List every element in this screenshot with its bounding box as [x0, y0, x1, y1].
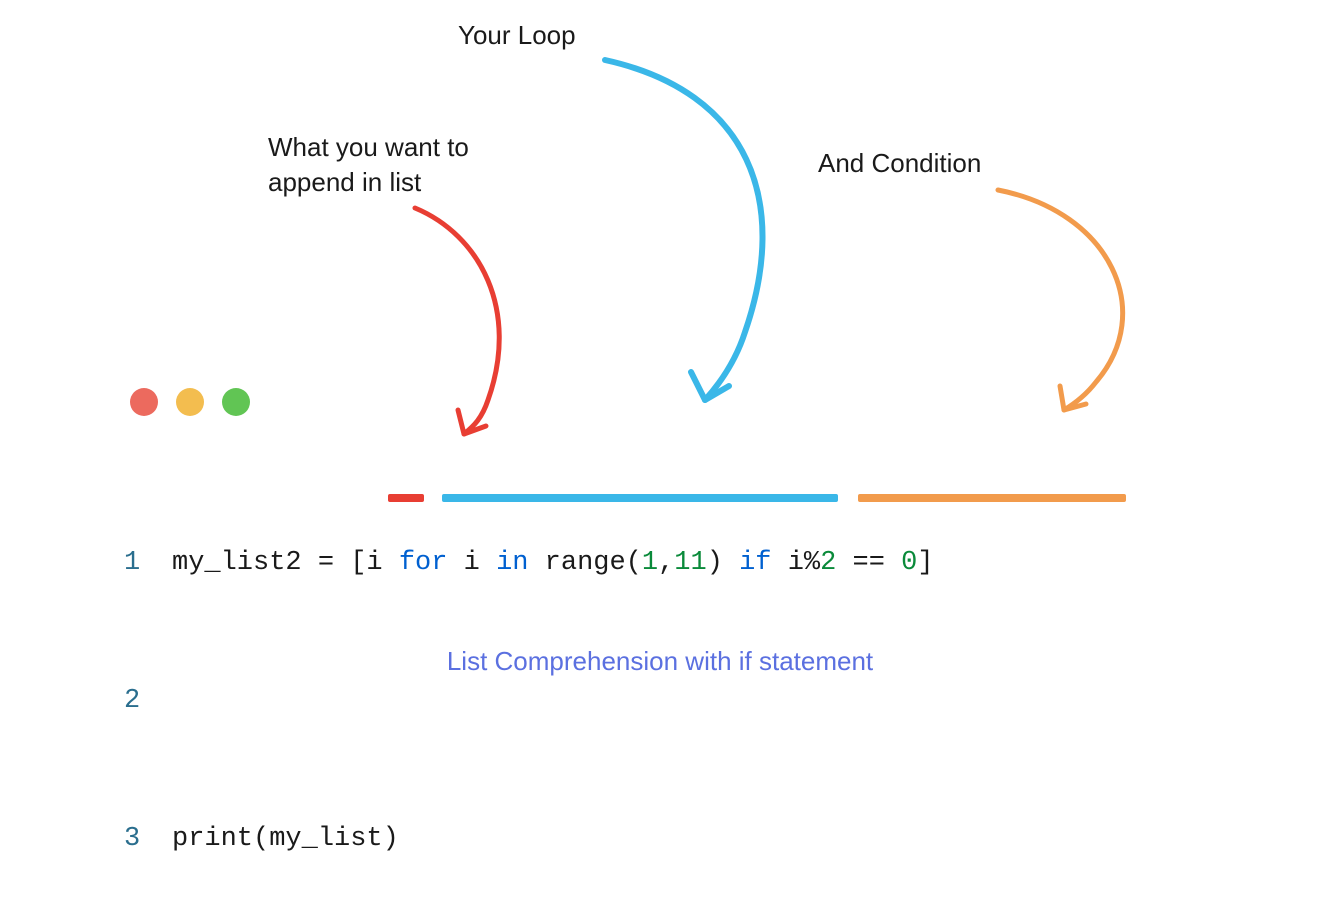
code-text: ): [707, 548, 739, 578]
code-text: i: [447, 548, 496, 578]
keyword-for: for: [399, 548, 448, 578]
diagram-caption: List Comprehension with if statement: [0, 646, 1320, 677]
annotation-loop: Your Loop: [458, 18, 576, 53]
annotation-append: What you want to append in list: [268, 130, 469, 200]
code-text: ,: [658, 548, 674, 578]
window-zoom-icon: [222, 388, 250, 416]
code-text: i%: [772, 548, 821, 578]
number-literal: 0: [901, 548, 917, 578]
window-dots: [130, 388, 250, 416]
window-minimize-icon: [176, 388, 204, 416]
code-line-2: 2: [124, 678, 934, 724]
code-line-1: 1 my_list2 = [i for i in range(1,11) if …: [124, 540, 934, 586]
keyword-if: if: [739, 548, 771, 578]
code-line-3: 3 print(my_list): [124, 816, 934, 862]
underline-append: [388, 494, 424, 502]
annotation-condition: And Condition: [818, 146, 981, 181]
underline-loop: [442, 494, 838, 502]
number-literal: 11: [674, 548, 706, 578]
line-number: 2: [124, 678, 172, 724]
code-content-3: print(my_list): [172, 816, 399, 862]
number-literal: 1: [642, 548, 658, 578]
arrow-condition-icon: [986, 182, 1186, 422]
underline-condition: [858, 494, 1126, 502]
arrow-loop-icon: [595, 52, 855, 422]
window-close-icon: [130, 388, 158, 416]
annotation-append-line2: append in list: [268, 167, 421, 197]
line-number: 1: [124, 540, 172, 586]
annotation-append-line1: What you want to: [268, 132, 469, 162]
code-block: 1 my_list2 = [i for i in range(1,11) if …: [124, 448, 934, 908]
code-text: my_list2 = [i: [172, 548, 399, 578]
keyword-in: in: [496, 548, 528, 578]
code-content-1: my_list2 = [i for i in range(1,11) if i%…: [172, 540, 934, 586]
code-text: range(: [528, 548, 641, 578]
number-literal: 2: [820, 548, 836, 578]
line-number: 3: [124, 816, 172, 862]
arrow-append-icon: [400, 200, 580, 440]
code-text: ==: [836, 548, 901, 578]
code-text: ]: [917, 548, 933, 578]
